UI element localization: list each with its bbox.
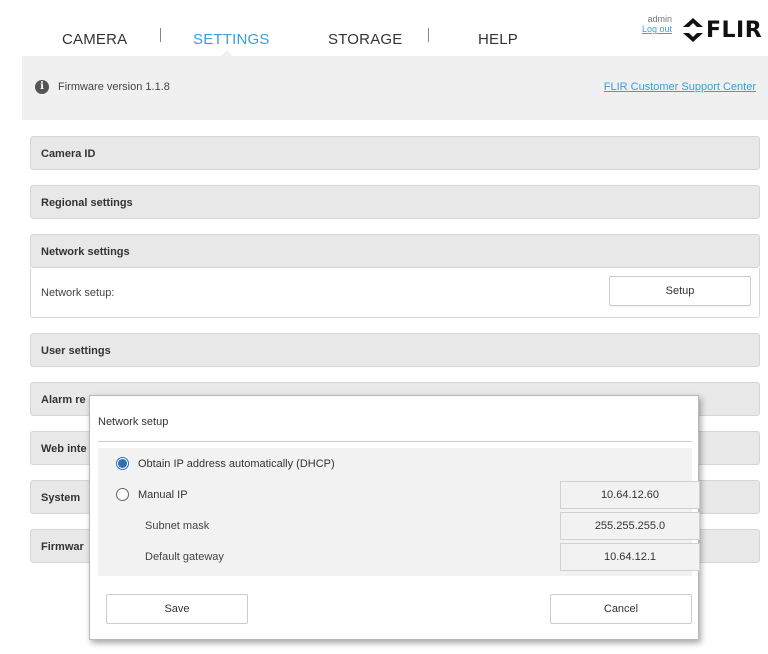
logo-text: FLIR: [706, 17, 763, 43]
default-gateway-label: Default gateway: [145, 551, 224, 563]
flir-logo: FLIR: [682, 17, 763, 43]
dialog-title: Network setup: [98, 416, 169, 428]
username: admin: [647, 14, 672, 24]
section-title: System: [41, 492, 81, 504]
section-title: Alarm re: [41, 394, 86, 406]
firmware-version: Firmware version 1.1.8: [58, 81, 170, 93]
section-user-settings[interactable]: User settings: [30, 333, 760, 367]
firmware-bar: i Firmware version 1.1.8 FLIR Customer S…: [22, 56, 768, 120]
subnet-mask-label: Subnet mask: [145, 520, 210, 532]
section-title: Camera ID: [41, 148, 96, 160]
nav-tab-help[interactable]: HELP: [478, 31, 518, 48]
nav-tab-storage[interactable]: STORAGE: [328, 31, 402, 48]
info-icon: i: [35, 80, 49, 94]
manual-ip-radio[interactable]: [116, 488, 129, 501]
flir-diamond-logo-icon: [683, 18, 703, 42]
section-title: Web inte: [41, 443, 87, 455]
dhcp-label: Obtain IP address automatically (DHCP): [138, 458, 335, 470]
section-title: Regional settings: [41, 197, 133, 209]
dhcp-radio[interactable]: [116, 457, 129, 470]
support-center-link[interactable]: FLIR Customer Support Center: [604, 81, 756, 93]
nav-separator: [428, 28, 429, 42]
section-title: Firmwar: [41, 541, 84, 553]
nav-separator: [160, 28, 161, 42]
ip-config-panel: Obtain IP address automatically (DHCP) M…: [98, 448, 700, 576]
logout-link[interactable]: Log out: [636, 24, 672, 34]
section-network-settings[interactable]: Network settings: [30, 234, 760, 268]
user-box: admin Log out: [636, 14, 672, 34]
cancel-button[interactable]: Cancel: [550, 594, 692, 624]
nav-tab-settings[interactable]: SETTINGS: [193, 31, 270, 48]
section-title: User settings: [41, 345, 111, 357]
network-setup-label: Network setup:: [41, 287, 115, 299]
manual-ip-label: Manual IP: [138, 489, 188, 501]
network-settings-body: Network setup: Setup: [30, 268, 760, 318]
top-navigation: CAMERA SETTINGS STORAGE HELP admin Log o…: [0, 0, 768, 56]
section-title: Network settings: [41, 246, 130, 258]
nav-tab-camera[interactable]: CAMERA: [62, 31, 127, 48]
subnet-mask-input[interactable]: 255.255.255.0: [560, 512, 700, 540]
divider: [98, 441, 692, 442]
default-gateway-input[interactable]: 10.64.12.1: [560, 543, 700, 571]
network-setup-dialog: Network setup Obtain IP address automati…: [89, 395, 700, 640]
section-regional-settings[interactable]: Regional settings: [30, 185, 760, 219]
manual-ip-input[interactable]: 10.64.12.60: [560, 481, 700, 509]
section-camera-id[interactable]: Camera ID: [30, 136, 760, 170]
save-button[interactable]: Save: [106, 594, 248, 624]
network-setup-button[interactable]: Setup: [609, 276, 751, 306]
